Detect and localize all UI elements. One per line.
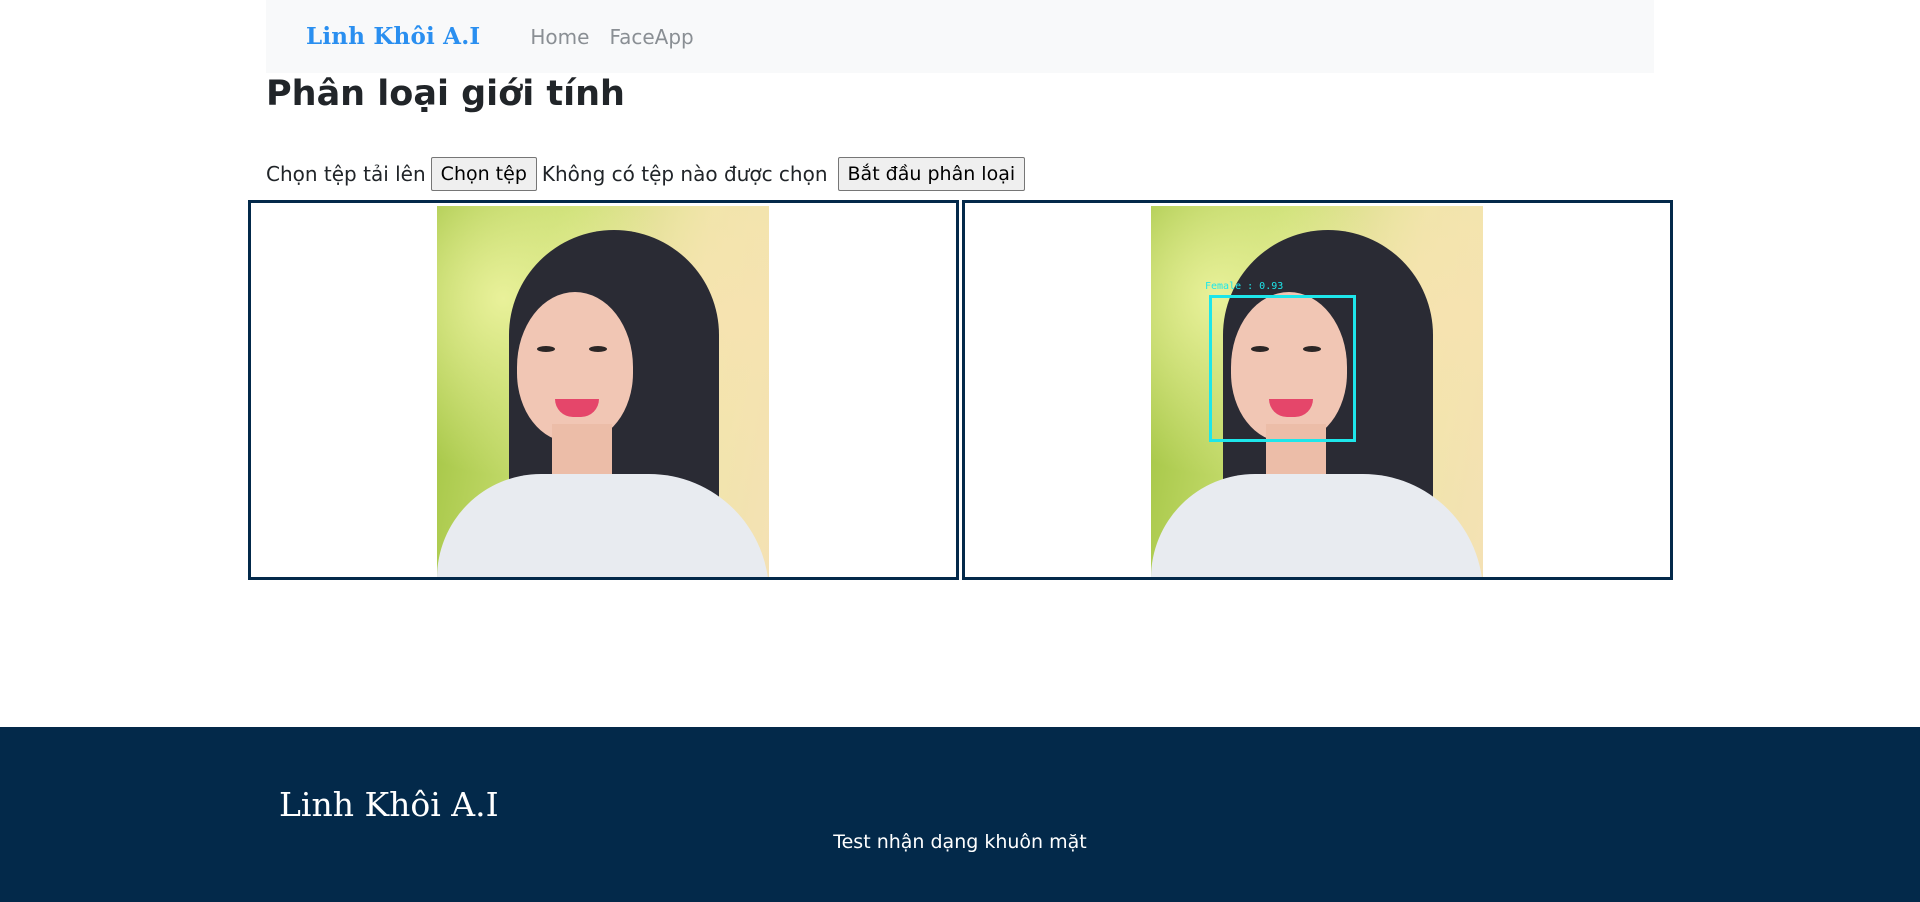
nav-link-faceapp[interactable]: FaceApp <box>609 25 693 49</box>
nav-link-home[interactable]: Home <box>530 25 589 49</box>
footer: Linh Khôi A.I Test nhận dạng khuôn mặt <box>0 727 1920 902</box>
input-image-panel <box>248 200 959 580</box>
image-panels: Female : 0.93 <box>248 200 1674 580</box>
no-file-text: Không có tệp nào được chọn <box>541 162 828 186</box>
page-title: Phân loại giới tính <box>266 74 625 114</box>
navbar: Linh Khôi A.I Home FaceApp <box>266 0 1654 73</box>
choose-file-button[interactable]: Chọn tệp <box>430 157 537 191</box>
navbar-brand[interactable]: Linh Khôi A.I <box>306 23 480 50</box>
upload-form: Chọn tệp tải lên Chọn tệp Không có tệp n… <box>266 157 1030 191</box>
classify-button[interactable]: Bắt đầu phân loại <box>837 157 1026 191</box>
footer-tagline: Test nhận dạng khuôn mặt <box>833 831 1087 853</box>
output-image-panel: Female : 0.93 <box>962 200 1673 580</box>
detection-label: Female : 0.93 <box>1205 281 1284 292</box>
footer-brand: Linh Khôi A.I <box>279 785 499 824</box>
input-photo <box>437 206 769 577</box>
face-detection-box <box>1209 295 1356 442</box>
page-container: Linh Khôi A.I Home FaceApp Phân loại giớ… <box>266 0 1654 191</box>
output-photo: Female : 0.93 <box>1151 206 1483 577</box>
upload-label: Chọn tệp tải lên <box>266 162 426 186</box>
